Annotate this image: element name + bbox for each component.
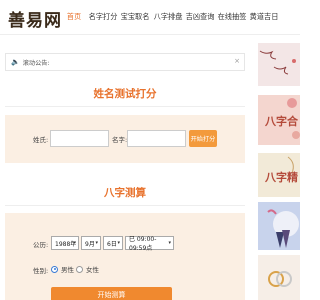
moon-couple-illustration-icon [258,202,300,250]
month-value: 9月 [85,240,95,248]
chevron-down-icon: ▾ [73,240,76,246]
name-test-title: 姓名测试打分 [93,88,157,100]
nav-baby-naming[interactable]: 宝宝取名 [118,0,152,34]
gender-male-radio[interactable]: 男性 [51,264,74,274]
chevron-down-icon: ▾ [95,240,98,246]
start-calculation-button[interactable]: 开始测算 [51,287,172,300]
banner-moon-couple[interactable] [258,202,300,250]
speaker-icon: 🔈 [11,58,20,66]
banner-bazi-match-text: 八字合 [265,115,298,128]
header-divider [0,34,300,35]
section-divider [5,106,245,107]
nav-online-lottery[interactable]: 在线抽签 [216,0,248,34]
notice-label: 滚动公告: [22,59,50,67]
surname-label: 姓氏: [33,136,49,144]
banner-swallows[interactable] [258,43,300,86]
radio-unchecked-icon [76,265,83,273]
main-nav: 首页 名字打分 宝宝取名 八字排盘 吉凶查询 在线抽签 黄道吉日 [60,0,280,34]
close-icon[interactable]: × [234,57,240,65]
given-name-label: 名字: [112,136,128,144]
site-logo[interactable]: 善易网 [8,6,62,31]
nav-lucky-days[interactable]: 黄道吉日 [248,0,280,34]
nav-fortune-query[interactable]: 吉凶查询 [184,0,216,34]
chevron-down-icon: ▾ [117,240,120,246]
swallow-illustration-icon [258,43,300,86]
surname-input[interactable] [50,130,109,147]
day-select[interactable]: 6日 ▾ [103,236,123,250]
gender-female-radio[interactable]: 女性 [76,264,99,274]
banner-bazi-precise-text: 八字精 [265,171,298,184]
female-label: 女性 [86,266,99,274]
male-label: 男性 [61,266,74,274]
bazi-title: 八字测算 [104,187,146,199]
given-name-input[interactable] [127,130,186,147]
banner-bazi-match[interactable]: 八字合 [258,95,300,145]
banner-rings[interactable] [258,255,300,300]
year-select[interactable]: 1988年 ▾ [51,236,79,250]
rings-illustration-icon [258,255,300,300]
banner-bazi-precise[interactable]: 八字精 [258,153,300,197]
gender-label: 性别: [33,267,49,275]
day-value: 6日 [107,240,117,248]
radio-checked-icon [51,265,58,273]
notice-bar: 🔈 滚动公告: × [5,53,245,71]
nav-name-score[interactable]: 名字打分 [88,0,118,34]
nav-home[interactable]: 首页 [60,0,88,34]
chevron-down-icon: ▾ [168,240,171,246]
nav-bazi-chart[interactable]: 八字排盘 [152,0,184,34]
section-divider [5,205,245,206]
hour-select[interactable]: 巳 09:00-09:59点 ▾ [125,236,174,252]
hour-value: 巳 09:00-09:59点 [129,236,157,252]
start-scoring-button[interactable]: 开始打分 [189,130,217,147]
month-select[interactable]: 9月 ▾ [81,236,101,250]
date-label: 公历: [33,241,49,249]
